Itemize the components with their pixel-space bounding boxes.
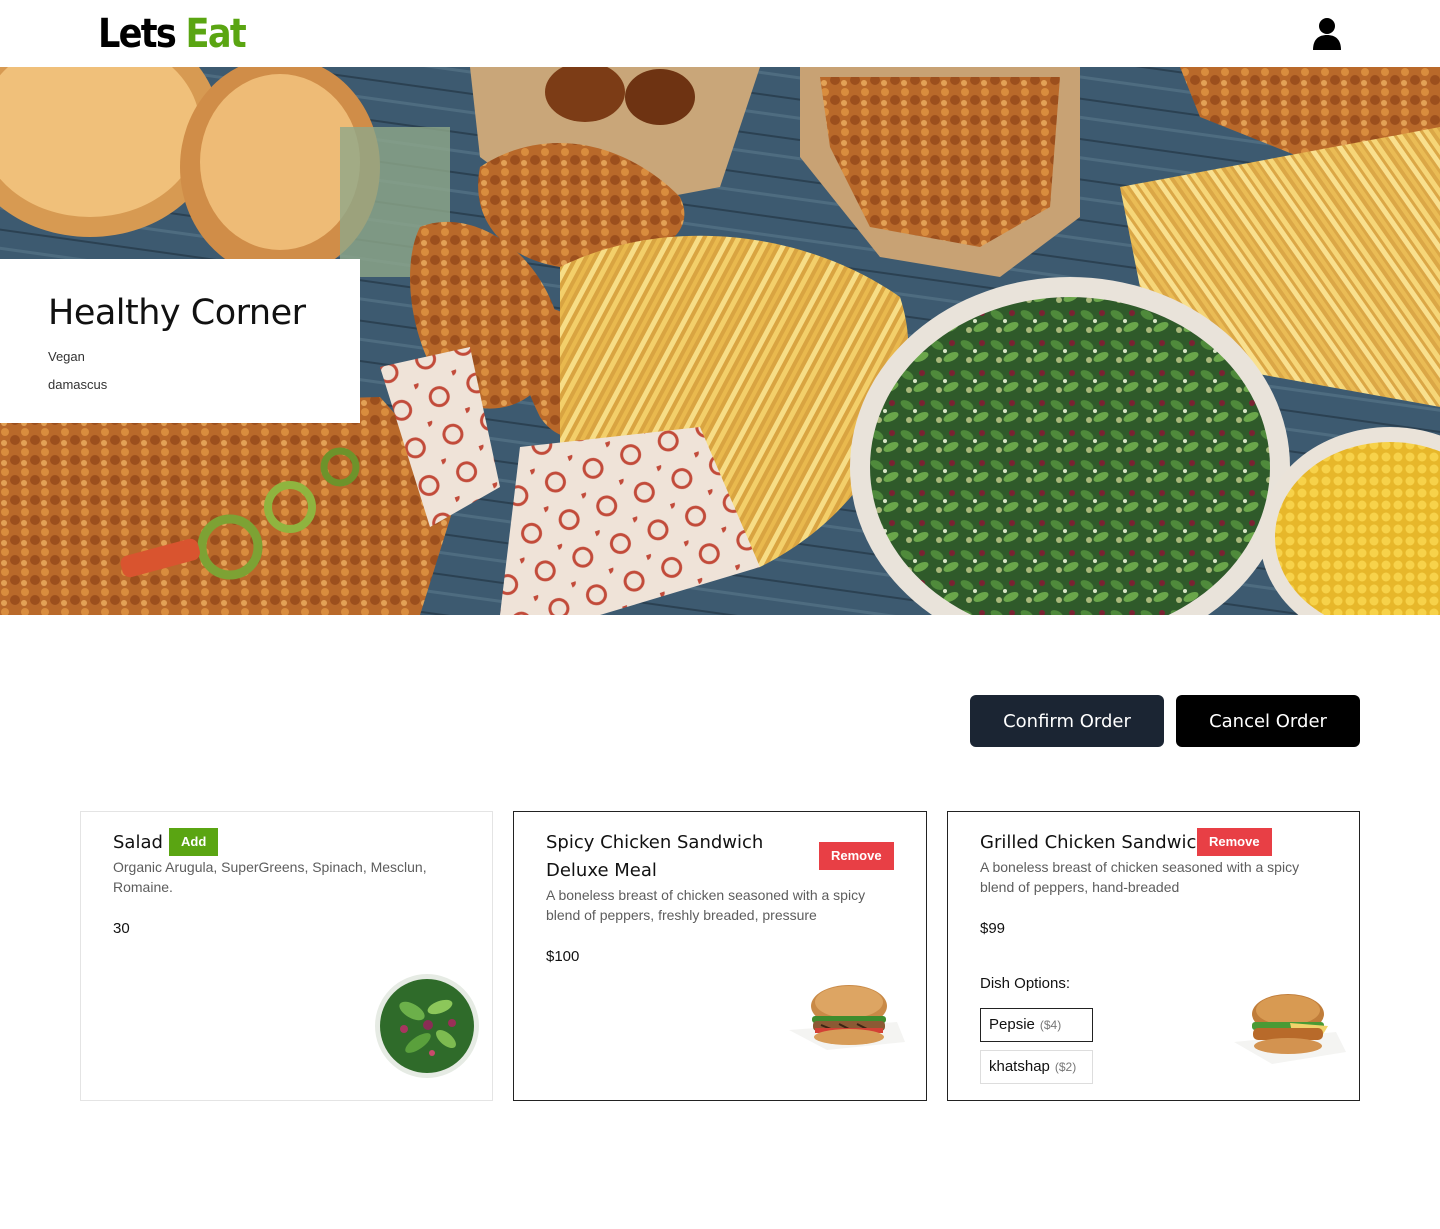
grilled-sandwich-image [789,985,905,1050]
dish-description: Organic Arugula, SuperGreens, Spinach, M… [113,859,427,895]
logo[interactable]: Lets Eat [98,10,247,58]
confirm-order-button[interactable]: Confirm Order [970,695,1164,747]
salad-image [375,974,479,1078]
dish-price: $99 [980,920,1006,937]
option-name: khatshap [989,1058,1050,1075]
user-icon[interactable] [1312,17,1342,51]
dish-option-khatshap[interactable]: khatshap ($2) [980,1050,1093,1084]
restaurant-category: Vegan [48,349,85,364]
logo-word-lets: Lets [98,11,177,57]
restaurant-location: damascus [48,377,108,392]
dish-title: Salad [113,832,163,853]
cancel-order-button[interactable]: Cancel Order [1176,695,1360,747]
dish-price: 30 [113,920,130,937]
dish-description: A boneless breast of chicken seasoned wi… [546,887,866,923]
dish-title: Spicy Chicken Sandwich Deluxe Meal [546,832,764,881]
dish-option-pepsie[interactable]: Pepsie ($4) [980,1008,1093,1042]
dish-options-label: Dish Options: [980,975,1071,992]
logo-word-eat: Eat [185,11,247,57]
option-price: ($2) [1054,1060,1077,1074]
option-name: Pepsie [989,1016,1035,1033]
dish-description: A boneless breast of chicken seasoned wi… [980,859,1300,895]
chicken-sandwich-image [1234,994,1346,1064]
remove-dish-button[interactable]: Remove [819,842,894,870]
hero-banner: Healthy Corner Vegan damascus [0,67,1440,615]
option-price: ($4) [1039,1018,1062,1032]
remove-dish-button[interactable]: Remove [1197,828,1272,856]
dish-card-salad[interactable]: Salad Add Organic Arugula, SuperGreens, … [80,811,493,1101]
dish-price: $100 [546,948,580,965]
top-header: Lets Eat [0,0,1440,67]
dish-card-grilled-chicken-sandwich[interactable]: Grilled Chicken Sandwich Remove A bonele… [947,811,1360,1101]
dish-card-spicy-chicken-sandwich[interactable]: Spicy Chicken Sandwich Deluxe Meal Remov… [513,811,927,1101]
restaurant-info-card: Healthy Corner Vegan damascus [0,259,360,423]
dish-title: Grilled Chicken Sandwich [980,832,1208,853]
add-dish-button[interactable]: Add [169,828,219,856]
restaurant-name: Healthy Corner [48,293,306,333]
